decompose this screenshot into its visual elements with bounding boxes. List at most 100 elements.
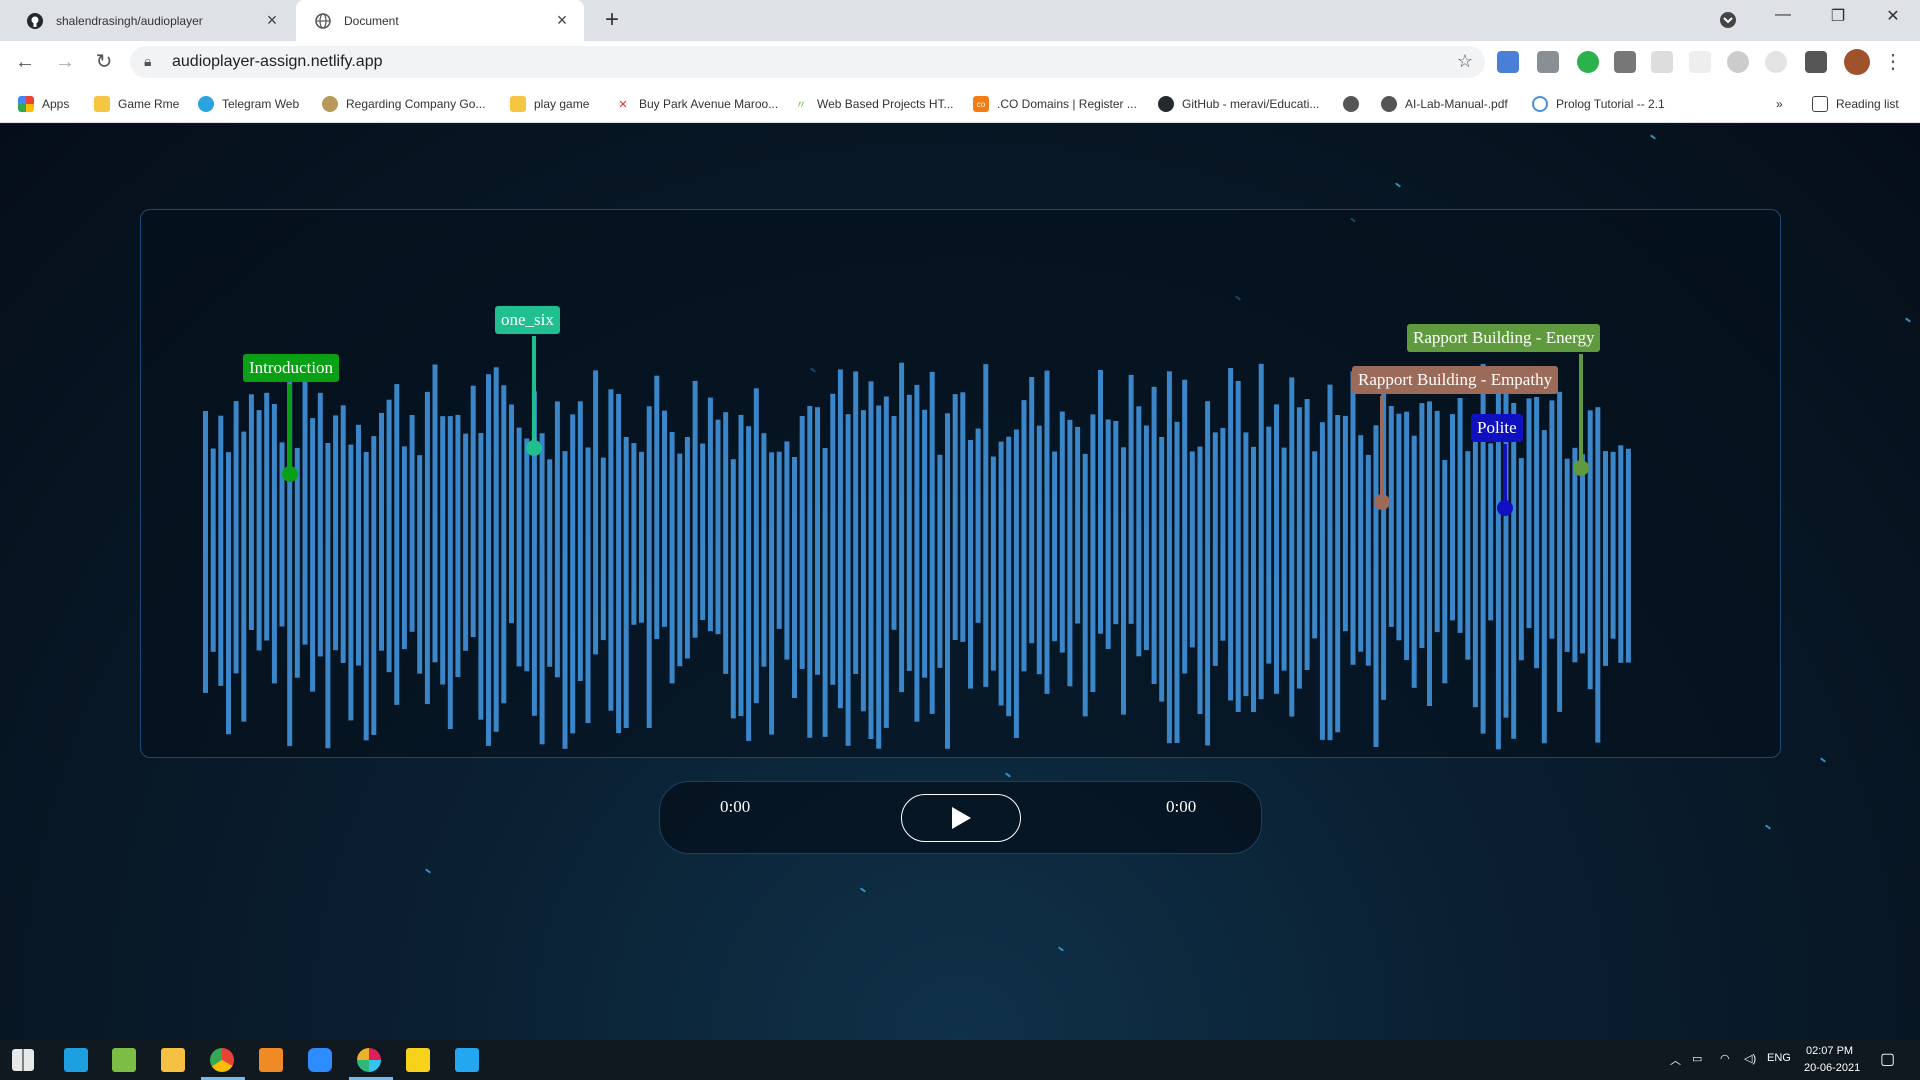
waveform-bar[interactable] bbox=[226, 452, 231, 735]
more-bookmarks-button[interactable]: » bbox=[1776, 94, 1783, 114]
wifi-icon[interactable]: ◠ bbox=[1720, 1052, 1730, 1065]
waveform-bar[interactable] bbox=[409, 415, 415, 632]
waveform-bar[interactable] bbox=[317, 392, 323, 657]
waveform-bar[interactable] bbox=[906, 394, 912, 671]
waveform-bar[interactable] bbox=[577, 401, 583, 681]
marker-rapport-energy-dot[interactable] bbox=[1573, 460, 1589, 476]
restore-icon[interactable]: ❐ bbox=[1815, 6, 1861, 26]
waveform-bar[interactable] bbox=[493, 367, 499, 732]
waveform-bar[interactable] bbox=[539, 433, 545, 745]
waveform-bar[interactable] bbox=[1174, 421, 1180, 743]
marker-rapport-empathy-dot[interactable] bbox=[1374, 494, 1390, 510]
waveform-bar[interactable] bbox=[1373, 425, 1379, 747]
waveform-bar[interactable] bbox=[960, 392, 966, 642]
bookmark-star-icon[interactable]: ☆ bbox=[1457, 51, 1473, 72]
waveform-bar[interactable] bbox=[929, 371, 935, 714]
music-extension-icon[interactable] bbox=[1727, 51, 1749, 73]
play-button[interactable] bbox=[901, 794, 1021, 842]
marker-introduction-dot[interactable] bbox=[282, 466, 298, 482]
waveform-bar[interactable] bbox=[1075, 426, 1081, 624]
waveform-bar[interactable] bbox=[516, 427, 522, 667]
avatar[interactable] bbox=[1844, 49, 1870, 75]
waveform-bar[interactable] bbox=[524, 438, 530, 672]
close-icon[interactable]: × bbox=[258, 10, 286, 31]
waveform-bar[interactable] bbox=[1159, 437, 1165, 702]
marker-introduction-label[interactable]: Introduction bbox=[243, 354, 340, 382]
bookmark-co-domains[interactable]: co .CO Domains | Register ... bbox=[973, 94, 1137, 114]
marker-one-six-label[interactable]: one_six bbox=[495, 306, 560, 334]
waveform-bar[interactable] bbox=[310, 418, 316, 692]
marker-rapport-energy-label[interactable]: Rapport Building - Energy bbox=[1407, 324, 1601, 352]
profile-menu-icon[interactable] bbox=[1705, 6, 1751, 33]
close-icon[interactable]: × bbox=[548, 10, 576, 31]
waveform-bar[interactable] bbox=[761, 433, 767, 667]
waveform-bar[interactable] bbox=[371, 436, 377, 735]
waveform-bar[interactable] bbox=[815, 407, 820, 675]
waveform-bar[interactable] bbox=[899, 362, 905, 693]
waveform-bar[interactable] bbox=[401, 446, 407, 650]
waveform-bar[interactable] bbox=[1511, 403, 1517, 739]
waveform-bar[interactable] bbox=[1580, 454, 1585, 654]
waveform-bar[interactable] bbox=[1296, 407, 1302, 689]
puzzle-icon[interactable] bbox=[1805, 51, 1827, 73]
waveform-bar[interactable] bbox=[769, 452, 775, 735]
waveform-bar[interactable] bbox=[417, 455, 423, 674]
waveform-bar[interactable] bbox=[891, 416, 897, 630]
waveform-bar[interactable] bbox=[509, 404, 514, 624]
waveform-bar[interactable] bbox=[248, 394, 254, 630]
waveform-bar[interactable] bbox=[707, 397, 713, 632]
marker-polite-label[interactable]: Polite bbox=[1471, 414, 1523, 442]
waveform-bar[interactable] bbox=[669, 432, 675, 684]
forward-icon[interactable]: → bbox=[52, 49, 78, 75]
waveform-bar[interactable] bbox=[1235, 381, 1241, 712]
waveform-bar[interactable] bbox=[952, 394, 958, 640]
waveform-bar[interactable] bbox=[203, 411, 208, 693]
waveform-panel[interactable]: Introduction one_six Rapport Building - … bbox=[140, 209, 1781, 758]
waveform-bar[interactable] bbox=[975, 428, 981, 623]
waveform-bar[interactable] bbox=[715, 419, 721, 635]
waveform-bar[interactable] bbox=[1182, 379, 1188, 674]
file-explorer-icon[interactable] bbox=[161, 1048, 185, 1072]
waveform-bar[interactable] bbox=[922, 409, 928, 678]
vscode-icon[interactable] bbox=[455, 1048, 479, 1072]
waveform-bar[interactable] bbox=[883, 396, 889, 728]
waveform-bar[interactable] bbox=[968, 440, 973, 689]
waveform-bar[interactable] bbox=[1013, 429, 1019, 739]
waveform-bar[interactable] bbox=[746, 426, 752, 741]
waveform-bar[interactable] bbox=[1419, 403, 1425, 648]
waveform-bar[interactable] bbox=[1595, 407, 1601, 743]
waveform-bar[interactable] bbox=[639, 451, 644, 623]
waveform-bar[interactable] bbox=[799, 416, 805, 669]
waveform-bar[interactable] bbox=[348, 444, 354, 721]
waveform-bar[interactable] bbox=[1059, 411, 1065, 653]
bookmark-web-projects[interactable]: 〃 Web Based Projects HT... bbox=[793, 94, 954, 114]
extension-icon[interactable] bbox=[1689, 51, 1711, 73]
waveform-bar[interactable] bbox=[1082, 453, 1088, 717]
waveform-bar[interactable] bbox=[547, 459, 553, 667]
waveform-bar[interactable] bbox=[723, 412, 729, 674]
bug-extension-icon[interactable] bbox=[1614, 51, 1636, 73]
waveform-bar[interactable] bbox=[271, 404, 277, 684]
bookmark-park-avenue[interactable]: ✕ Buy Park Avenue Maroo... bbox=[615, 94, 778, 114]
waveform-bar[interactable] bbox=[608, 389, 614, 711]
back-icon[interactable]: ← bbox=[12, 49, 38, 75]
waveform-bar[interactable] bbox=[837, 369, 843, 709]
waveform-bar[interactable] bbox=[1274, 404, 1279, 694]
waveform-bar[interactable] bbox=[1610, 451, 1616, 639]
waveform-bar[interactable] bbox=[807, 406, 813, 738]
waveform-bar[interactable] bbox=[1564, 458, 1570, 652]
waveform-bar[interactable] bbox=[1541, 430, 1547, 744]
waveform-bar[interactable] bbox=[1625, 448, 1631, 663]
chrome-icon[interactable] bbox=[210, 1048, 234, 1072]
marker-polite-dot[interactable] bbox=[1497, 500, 1513, 516]
waveform-bar[interactable] bbox=[1281, 447, 1287, 671]
waveform-bar[interactable] bbox=[363, 452, 369, 741]
bookmark-telegram[interactable]: Telegram Web bbox=[198, 94, 299, 114]
waveform-bar[interactable] bbox=[1518, 458, 1524, 661]
bookmark-github-meravi[interactable]: GitHub - meravi/Educati... bbox=[1158, 94, 1319, 114]
waveform-bar[interactable] bbox=[1036, 425, 1042, 675]
waveform-bar[interactable] bbox=[730, 459, 736, 719]
waveform-bar[interactable] bbox=[1166, 371, 1172, 744]
waveform-bar[interactable] bbox=[379, 412, 384, 651]
waveform-bar[interactable] bbox=[1006, 436, 1012, 717]
